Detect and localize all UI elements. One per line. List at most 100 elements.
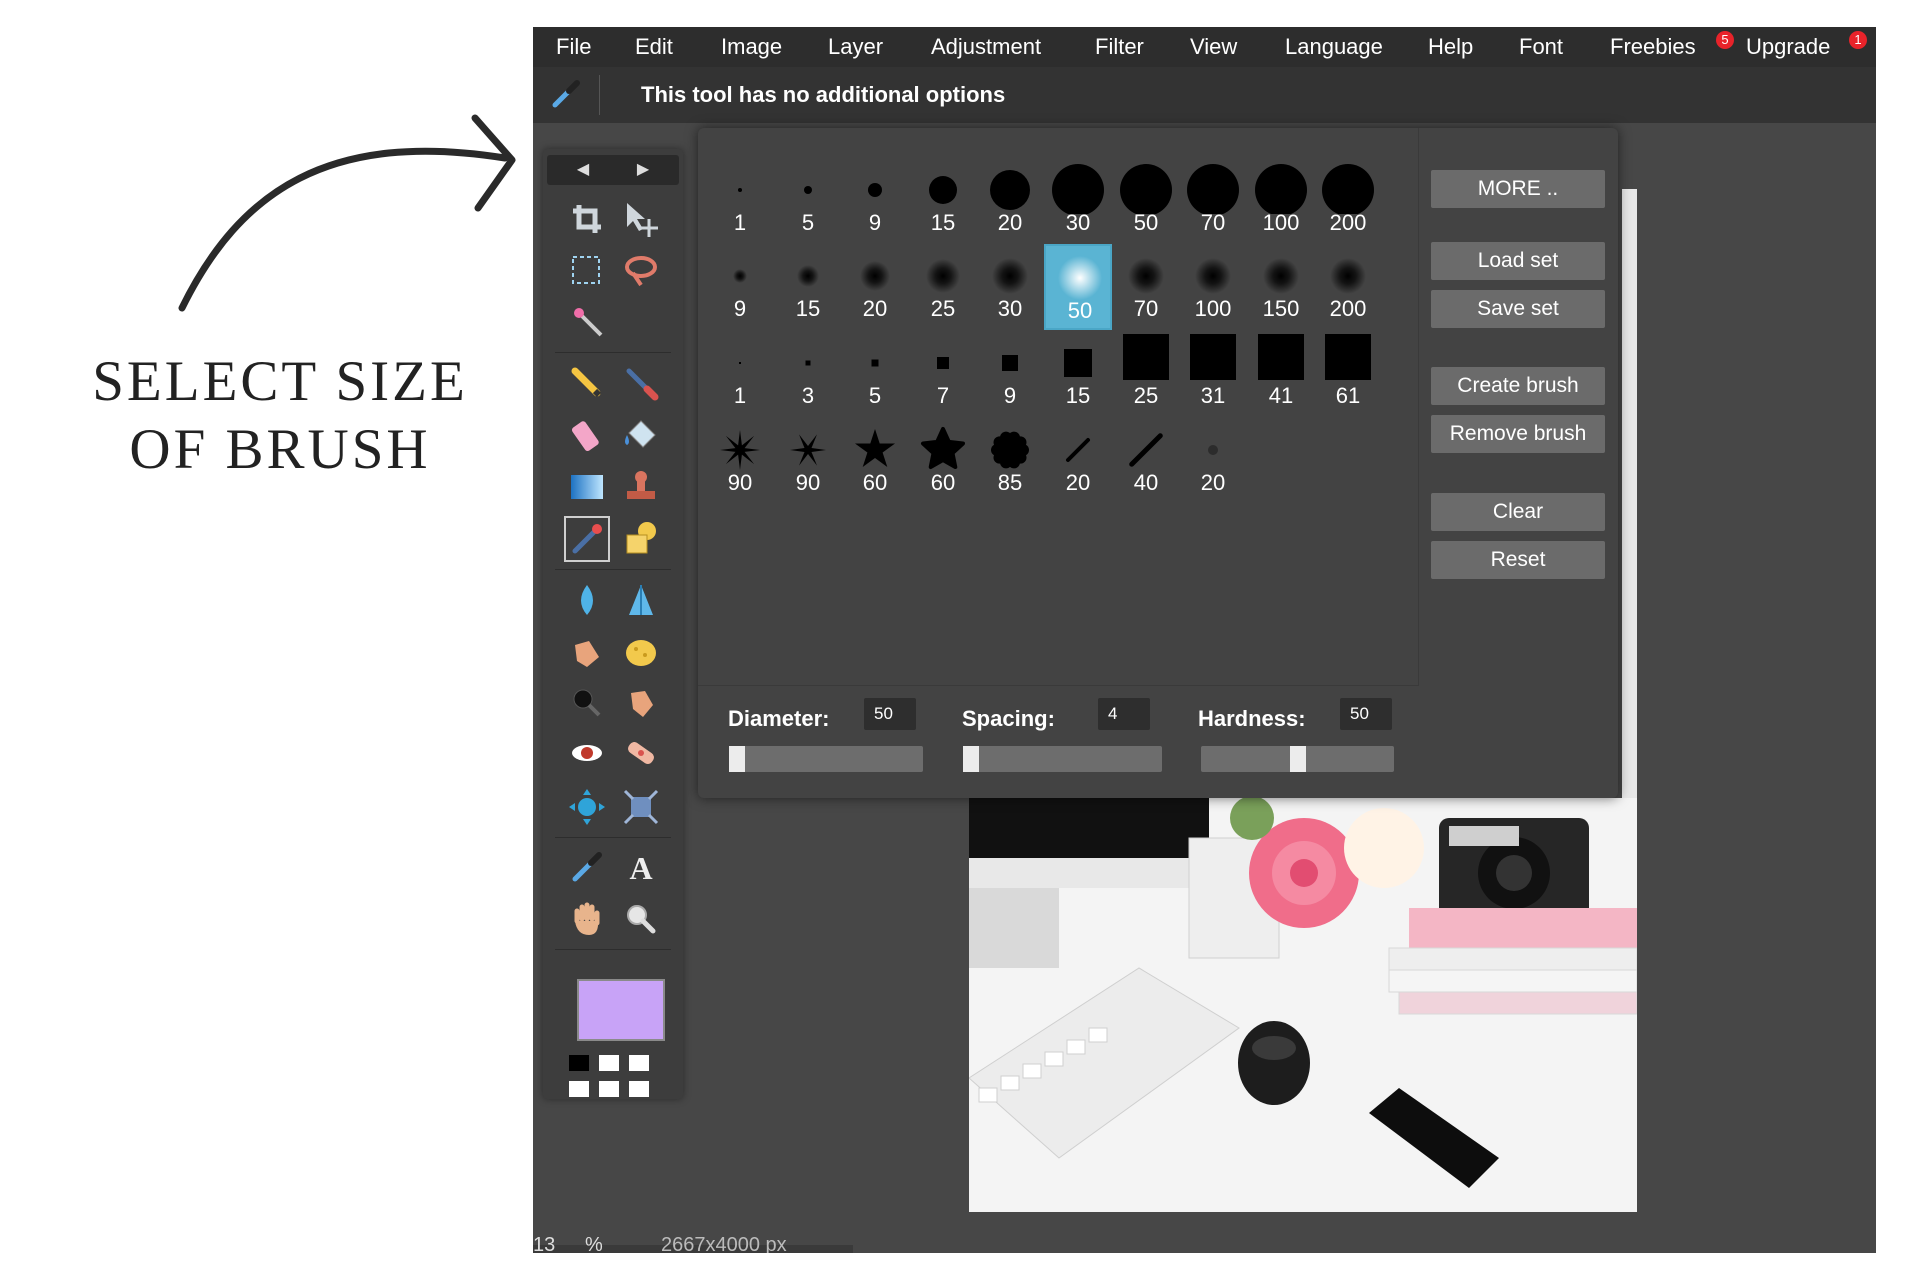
- menu-filter[interactable]: Filter: [1095, 27, 1144, 67]
- soft-circle-brush[interactable]: 15: [774, 244, 842, 330]
- menu-help[interactable]: Help: [1428, 27, 1473, 67]
- spacing-slider-thumb[interactable]: [963, 746, 979, 772]
- hardness-slider[interactable]: [1201, 746, 1394, 772]
- square-brush[interactable]: 31: [1179, 331, 1247, 417]
- magic-wand-icon[interactable]: [565, 299, 609, 343]
- red-eye-icon[interactable]: [565, 731, 609, 775]
- starburst-brush[interactable]: 90: [706, 418, 774, 504]
- arrow-left-icon[interactable]: ◀: [563, 155, 603, 185]
- square-brush[interactable]: 15: [1044, 331, 1112, 417]
- swatch-white[interactable]: [599, 1081, 619, 1097]
- square-brush[interactable]: 7: [909, 331, 977, 417]
- primary-color-swatch[interactable]: [577, 979, 665, 1041]
- menu-language[interactable]: Language: [1285, 27, 1383, 67]
- diameter-slider[interactable]: [729, 746, 923, 772]
- square-brush[interactable]: 25: [1112, 331, 1180, 417]
- menu-freebies[interactable]: Freebies: [1610, 27, 1696, 67]
- menu-edit[interactable]: Edit: [635, 27, 673, 67]
- square-brush[interactable]: 9: [976, 331, 1044, 417]
- spot-heal-icon[interactable]: [619, 731, 663, 775]
- menu-file[interactable]: File: [556, 27, 591, 67]
- crop-icon[interactable]: [565, 197, 609, 241]
- sponge-icon[interactable]: [619, 631, 663, 675]
- menu-upgrade[interactable]: Upgrade: [1746, 27, 1830, 67]
- soft-circle-brush[interactable]: 25: [909, 244, 977, 330]
- swatch-white[interactable]: [599, 1055, 619, 1071]
- swatch-white[interactable]: [629, 1055, 649, 1071]
- square-brush[interactable]: 61: [1314, 331, 1382, 417]
- flower-brush[interactable]: 60: [909, 418, 977, 504]
- shape-icon[interactable]: [619, 517, 663, 561]
- soft-circle-brush[interactable]: 50: [1044, 244, 1112, 330]
- menu-adjustment[interactable]: Adjustment: [931, 27, 1041, 67]
- hard-circle-brush[interactable]: 1: [706, 158, 774, 244]
- lasso-icon[interactable]: [619, 249, 663, 293]
- hand-icon[interactable]: [565, 897, 609, 941]
- soft-circle-brush[interactable]: 100: [1179, 244, 1247, 330]
- reset-button[interactable]: Reset: [1431, 541, 1605, 579]
- spacing-slider[interactable]: [963, 746, 1162, 772]
- faint-dot-brush[interactable]: 20: [1179, 418, 1247, 504]
- hard-circle-brush[interactable]: 5: [774, 158, 842, 244]
- remove-brush-button[interactable]: Remove brush: [1431, 415, 1605, 453]
- create-brush-button[interactable]: Create brush: [1431, 367, 1605, 405]
- swatch-white[interactable]: [569, 1081, 589, 1097]
- dodge-icon[interactable]: [565, 681, 609, 725]
- slash-long-brush[interactable]: 40: [1112, 418, 1180, 504]
- clone-stamp-icon[interactable]: [619, 465, 663, 509]
- arrow-right-icon[interactable]: ▶: [623, 155, 663, 185]
- burn-icon[interactable]: [619, 681, 663, 725]
- brush-icon[interactable]: [619, 361, 663, 405]
- soft-circle-brush[interactable]: 70: [1112, 244, 1180, 330]
- star-brush[interactable]: 60: [841, 418, 909, 504]
- sharpen-icon[interactable]: [619, 579, 663, 623]
- hard-circle-brush[interactable]: 20: [976, 158, 1044, 244]
- gradient-icon[interactable]: [565, 465, 609, 509]
- swatch-black[interactable]: [569, 1055, 589, 1071]
- type-icon[interactable]: A: [619, 845, 663, 889]
- canvas-image[interactable]: [969, 798, 1637, 1212]
- soft-circle-brush[interactable]: 9: [706, 244, 774, 330]
- move-icon[interactable]: [619, 197, 663, 241]
- hard-circle-brush[interactable]: 70: [1179, 158, 1247, 244]
- diameter-input[interactable]: 50: [864, 698, 916, 730]
- pencil-icon[interactable]: [565, 361, 609, 405]
- save-set-button[interactable]: Save set: [1431, 290, 1605, 328]
- more-button[interactable]: MORE ..: [1431, 170, 1605, 208]
- diameter-slider-thumb[interactable]: [729, 746, 745, 772]
- sparkle-brush[interactable]: 90: [774, 418, 842, 504]
- zoom-level[interactable]: 13: [533, 1235, 555, 1253]
- blur-icon[interactable]: [565, 579, 609, 623]
- menu-view[interactable]: View: [1190, 27, 1237, 67]
- hardness-slider-thumb[interactable]: [1290, 746, 1306, 772]
- slash-brush[interactable]: 20: [1044, 418, 1112, 504]
- marquee-icon[interactable]: [565, 249, 609, 293]
- color-picker-icon[interactable]: [565, 845, 609, 889]
- soft-circle-brush[interactable]: 150: [1247, 244, 1315, 330]
- clear-button[interactable]: Clear: [1431, 493, 1605, 531]
- flower-dense-brush[interactable]: 85: [976, 418, 1044, 504]
- menu-font[interactable]: Font: [1519, 27, 1563, 67]
- hard-circle-brush[interactable]: 50: [1112, 158, 1180, 244]
- square-brush[interactable]: 1: [706, 331, 774, 417]
- hard-circle-brush[interactable]: 9: [841, 158, 909, 244]
- hard-circle-brush[interactable]: 15: [909, 158, 977, 244]
- square-brush[interactable]: 3: [774, 331, 842, 417]
- bloat-icon[interactable]: [565, 785, 609, 829]
- pinch-icon[interactable]: [619, 785, 663, 829]
- swatch-white[interactable]: [629, 1081, 649, 1097]
- square-brush[interactable]: 5: [841, 331, 909, 417]
- color-replace-icon[interactable]: [564, 516, 610, 562]
- smudge-icon[interactable]: [565, 631, 609, 675]
- soft-circle-brush[interactable]: 20: [841, 244, 909, 330]
- soft-circle-brush[interactable]: 200: [1314, 244, 1382, 330]
- square-brush[interactable]: 41: [1247, 331, 1315, 417]
- menu-layer[interactable]: Layer: [828, 27, 883, 67]
- soft-circle-brush[interactable]: 30: [976, 244, 1044, 330]
- paint-bucket-icon[interactable]: [619, 413, 663, 457]
- eraser-icon[interactable]: [565, 413, 609, 457]
- zoom-icon[interactable]: [619, 897, 663, 941]
- hard-circle-brush[interactable]: 100: [1247, 158, 1315, 244]
- load-set-button[interactable]: Load set: [1431, 242, 1605, 280]
- hardness-input[interactable]: 50: [1340, 698, 1392, 730]
